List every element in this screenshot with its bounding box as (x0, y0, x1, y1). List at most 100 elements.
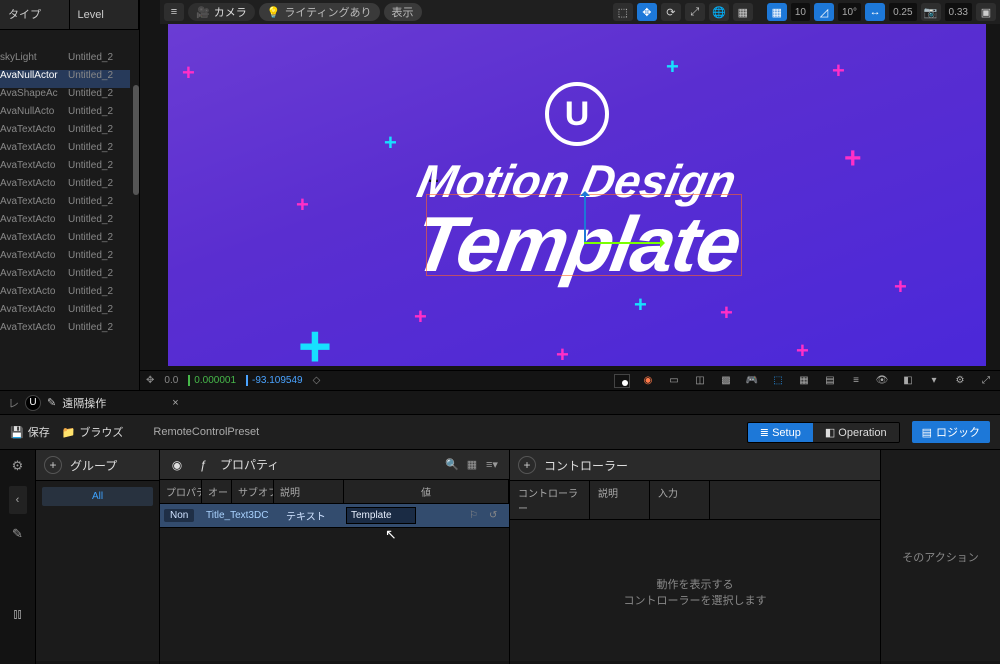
ctrl-col-desc[interactable]: 説明 (590, 481, 650, 519)
outliner-row[interactable]: AvaTextActoUntitled_2 (0, 142, 130, 160)
outliner-row[interactable]: AvaTextActoUntitled_2 (0, 250, 130, 268)
bounds-icon[interactable]: ⬚ (770, 373, 786, 389)
outliner-row[interactable]: AvaTextActoUntitled_2 (0, 196, 130, 214)
setup-mode-button[interactable]: ≣ Setup (748, 423, 813, 442)
grid-snap-value[interactable]: 10 (791, 3, 810, 21)
outliner-list[interactable]: skyLightUntitled_2AvaNullActorUntitled_2… (0, 52, 130, 390)
decor-plus-icon: + (298, 324, 332, 366)
outliner-row[interactable]: AvaTextActoUntitled_2 (0, 124, 130, 142)
ctrl-col-name[interactable]: コントローラー (510, 481, 590, 519)
operation-mode-button[interactable]: ◧ Operation (813, 423, 899, 442)
angle-snap-value[interactable]: 10° (838, 3, 861, 21)
gear-icon[interactable]: ⚙ (952, 373, 968, 389)
outliner-scrollbar[interactable] (133, 85, 139, 195)
outliner-col-level[interactable]: Level (70, 0, 140, 29)
scale-snap-value[interactable]: 0.25 (889, 3, 916, 21)
filter-icon[interactable]: ≡▾ (483, 457, 501, 473)
col-owner[interactable]: オー (202, 480, 232, 503)
camera-label: カメラ (214, 4, 247, 20)
grid2-icon[interactable]: ▦ (796, 373, 812, 389)
world-local-button[interactable]: 🌐 (709, 3, 729, 21)
transform-y[interactable]: 0.000001 (188, 375, 236, 386)
property-row[interactable]: Non Title_Text3DC テキスト ⚐ ↺ (160, 504, 509, 528)
select-mode-button[interactable]: ⬚ (613, 3, 633, 21)
col-property[interactable]: プロパテ (160, 480, 202, 503)
outliner-row[interactable]: AvaTextActoUntitled_2 (0, 232, 130, 250)
grid-snap-button[interactable]: ▦ (767, 3, 787, 21)
snap2-icon[interactable]: ▤ (822, 373, 838, 389)
controllers-empty-hint: 動作を表示する コントローラーを選択します (510, 520, 880, 664)
rotate-mode-button[interactable]: ⟳ (661, 3, 681, 21)
group-all[interactable]: All (42, 487, 153, 506)
translate-gizmo-z[interactable] (584, 192, 586, 242)
collapse-left-button[interactable]: ‹ (9, 486, 27, 514)
col-suboffset[interactable]: サブオフ (232, 480, 274, 503)
color-picker-button[interactable] (614, 374, 630, 388)
maximize-viewport-button[interactable]: ▣ (976, 3, 996, 21)
grid-view-icon[interactable]: ▦ (463, 457, 481, 473)
translate-gizmo-x[interactable] (584, 242, 664, 244)
logic-button[interactable]: ▤ ロジック (912, 421, 990, 443)
outliner-row[interactable]: skyLightUntitled_2 (0, 52, 130, 70)
camera-speed-value[interactable]: 0.33 (945, 3, 972, 21)
outliner-row[interactable]: AvaTextActoUntitled_2 (0, 286, 130, 304)
expand-icon[interactable]: ⤢ (978, 373, 994, 389)
visibility-icon[interactable]: 👁 (874, 373, 890, 389)
surface-snap-button[interactable]: ▦ (733, 3, 753, 21)
hamburger-icon[interactable]: ≡ (164, 3, 184, 21)
stats-icon[interactable]: ⫾⫾ (8, 604, 28, 624)
close-tab-button[interactable]: × (172, 397, 178, 409)
remote-control-tab-label[interactable]: 遠隔操作 (62, 395, 106, 411)
settings-icon[interactable]: ⚙ (8, 456, 28, 476)
reset-icon[interactable]: ↺ (485, 510, 509, 521)
checker-icon[interactable]: ▩ (718, 373, 734, 389)
guides-icon[interactable]: ≡ (848, 373, 864, 389)
outliner-row[interactable]: AvaNullActorUntitled_2 (0, 70, 130, 88)
mask-icon[interactable]: ◫ (692, 373, 708, 389)
scale-snap-button[interactable]: ↔ (865, 3, 885, 21)
function-icon[interactable]: ƒ (194, 458, 212, 472)
show-dropdown[interactable]: 表示 (384, 3, 422, 21)
folder-icon: 📁 (62, 426, 76, 439)
prop-value-input[interactable] (346, 507, 416, 524)
outliner-row[interactable]: AvaNullActoUntitled_2 (0, 106, 130, 124)
outliner-row[interactable]: AvaTextActoUntitled_2 (0, 214, 130, 232)
translate-mode-button[interactable]: ✥ (637, 3, 657, 21)
outliner-row[interactable]: AvaTextActoUntitled_2 (0, 178, 130, 196)
search-icon[interactable]: 🔍 (443, 457, 461, 473)
outliner-row[interactable]: AvaTextActoUntitled_2 (0, 160, 130, 178)
ctrl-col-input[interactable]: 入力 (650, 481, 710, 519)
properties-title: プロパティ (220, 456, 435, 473)
flag-icon[interactable]: ⚐ (465, 510, 485, 521)
outliner-row[interactable]: AvaTextActoUntitled_2 (0, 268, 130, 286)
isolate-icon[interactable]: ◧ (900, 373, 916, 389)
game-icon[interactable]: 🎮 (744, 373, 760, 389)
outliner-col-type[interactable]: タイプ (0, 0, 70, 29)
col-description[interactable]: 説明 (274, 480, 344, 503)
add-controller-button[interactable]: + (518, 456, 536, 474)
keyframe-icon[interactable]: ◇ (313, 375, 321, 386)
settings-dropdown-icon[interactable]: ▾ (926, 373, 942, 389)
safe-frame-icon[interactable]: ▭ (666, 373, 682, 389)
expose-icon[interactable]: ◉ (168, 458, 186, 472)
transform-z[interactable]: -93.109549 (246, 375, 303, 386)
color-wheel-icon[interactable]: ◉ (640, 373, 656, 389)
col-value[interactable]: 値 (344, 480, 509, 503)
lighting-dropdown[interactable]: 💡 ライティングあり (259, 3, 380, 21)
transform-icon[interactable]: ✥ (146, 375, 154, 386)
save-button[interactable]: 💾 保存 (10, 424, 50, 440)
preset-name[interactable]: RemoteControlPreset (153, 426, 259, 438)
transform-x[interactable]: 0.0 (164, 375, 178, 386)
groups-title: グループ (70, 457, 117, 474)
scale-mode-button[interactable]: ⤢ (685, 3, 705, 21)
outliner-row[interactable]: AvaTextActoUntitled_2 (0, 322, 130, 340)
angle-snap-button[interactable]: ◿ (814, 3, 834, 21)
brush-icon[interactable]: ✎ (8, 524, 28, 544)
outliner-row[interactable]: AvaTextActoUntitled_2 (0, 304, 130, 322)
camera-speed-button[interactable]: 📷 (921, 3, 941, 21)
outliner-row[interactable]: AvaShapeAcUntitled_2 (0, 88, 130, 106)
camera-dropdown[interactable]: 🎥 カメラ (188, 3, 255, 21)
add-group-button[interactable]: + (44, 456, 62, 474)
browse-button[interactable]: 📁 ブラウズ (62, 424, 124, 440)
viewport[interactable]: U ... Motion Design Template + + + + + +… (168, 24, 986, 366)
